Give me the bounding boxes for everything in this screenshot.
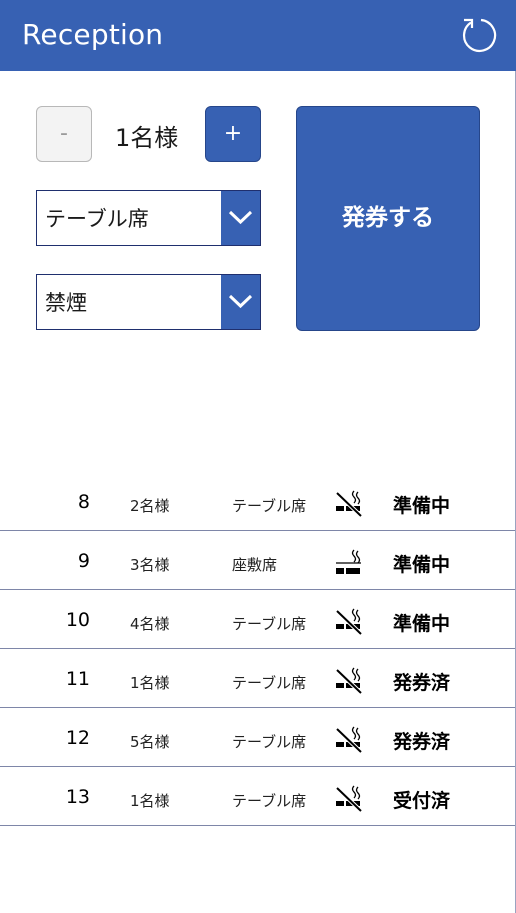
ticket-list: 8 2名様 テーブル席 準備中 9 3名様 座敷席 準備中 10 4名様 テーブル席 準備中 11 1名様…: [0, 472, 515, 826]
ticket-number: 10: [65, 609, 90, 631]
ticket-number: 8: [77, 491, 90, 513]
seat-type-dropdown[interactable]: テーブル席: [36, 190, 261, 246]
ticket-number: 9: [77, 550, 90, 572]
ticket-status: 準備中: [393, 495, 451, 517]
ticket-row[interactable]: 9 3名様 座敷席 準備中: [0, 531, 515, 590]
seat-type-value: テーブル席: [45, 207, 149, 231]
ticket-party-size: 3名様: [130, 556, 170, 574]
ticket-status: 準備中: [393, 554, 451, 576]
ticket-row[interactable]: 13 1名様 テーブル席 受付済: [0, 767, 515, 826]
no-smoking-icon: [334, 784, 364, 813]
ticket-party-size: 4名様: [130, 615, 170, 633]
ticket-party-size: 1名様: [130, 792, 170, 810]
ticket-status: 受付済: [393, 790, 451, 812]
ticket-number: 11: [65, 668, 90, 690]
chevron-down-icon[interactable]: [221, 275, 260, 329]
ticket-number: 12: [65, 727, 90, 749]
app-header: Reception: [0, 0, 516, 71]
smoking-icon: [334, 548, 364, 576]
refresh-icon[interactable]: [460, 16, 498, 54]
ticket-status: 準備中: [393, 613, 451, 635]
ticket-status: 発券済: [393, 672, 451, 694]
decrease-party-button[interactable]: -: [36, 106, 92, 162]
ticket-seat-type: テーブル席: [232, 615, 307, 633]
no-smoking-icon: [334, 607, 364, 636]
chevron-down-icon[interactable]: [221, 191, 260, 245]
smoking-dropdown[interactable]: 禁煙: [36, 274, 261, 330]
ticket-party-size: 1名様: [130, 674, 170, 692]
ticket-row[interactable]: 10 4名様 テーブル席 準備中: [0, 590, 515, 649]
no-smoking-icon: [334, 725, 364, 754]
no-smoking-icon: [334, 666, 364, 695]
party-count-label: 1名様: [115, 124, 179, 152]
ticket-status: 発券済: [393, 731, 451, 753]
issue-ticket-button[interactable]: 発券する: [296, 106, 480, 331]
page-title: Reception: [22, 18, 164, 51]
ticket-row[interactable]: 11 1名様 テーブル席 発券済: [0, 649, 515, 708]
ticket-party-size: 5名様: [130, 733, 170, 751]
smoking-value: 禁煙: [45, 291, 87, 315]
ticket-row[interactable]: 8 2名様 テーブル席 準備中: [0, 472, 515, 531]
ticket-number: 13: [65, 786, 90, 808]
ticket-seat-type: テーブル席: [232, 792, 307, 810]
ticket-party-size: 2名様: [130, 497, 170, 515]
increase-party-button[interactable]: +: [205, 106, 261, 162]
ticket-seat-type: テーブル席: [232, 497, 307, 515]
ticket-seat-type: 座敷席: [232, 556, 278, 574]
no-smoking-icon: [334, 489, 364, 518]
ticket-seat-type: テーブル席: [232, 733, 307, 751]
ticket-row[interactable]: 12 5名様 テーブル席 発券済: [0, 708, 515, 767]
ticket-seat-type: テーブル席: [232, 674, 307, 692]
